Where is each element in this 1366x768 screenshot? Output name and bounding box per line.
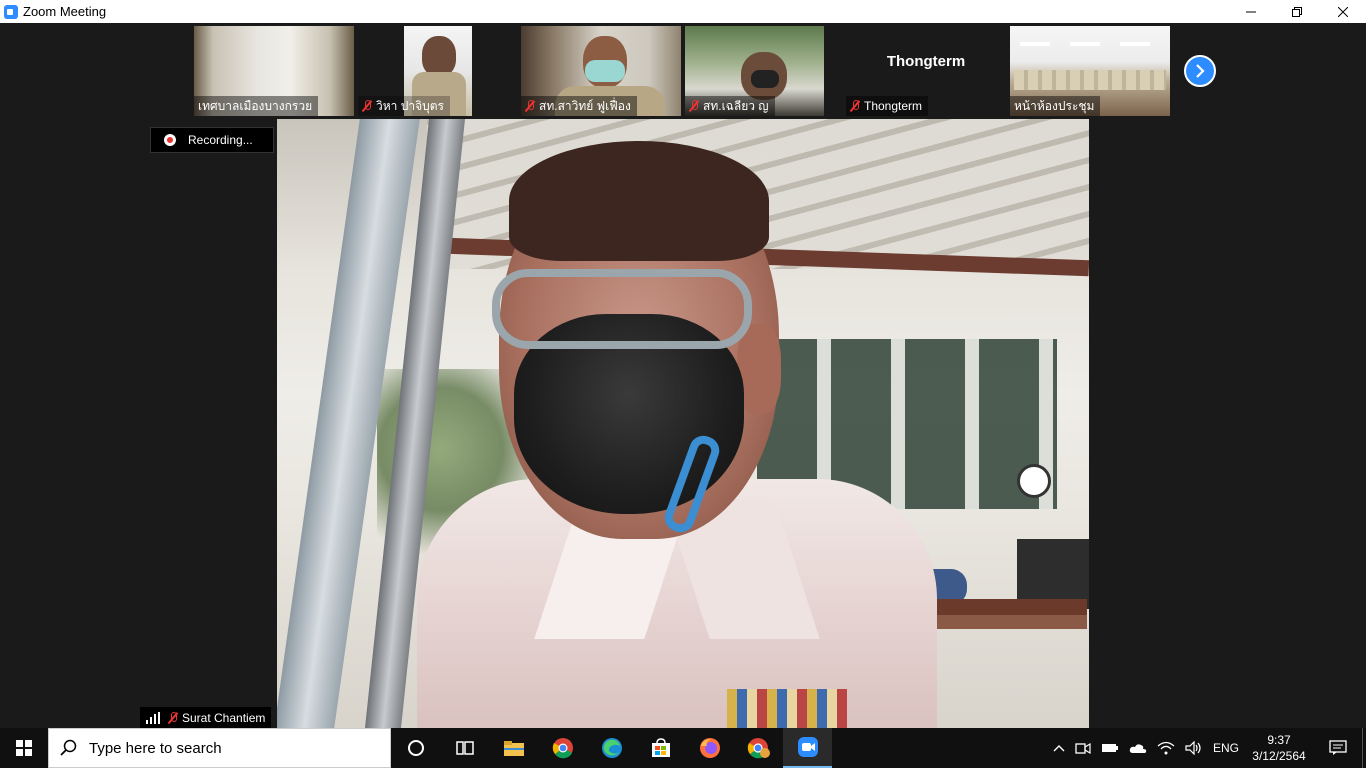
cortana-button[interactable] xyxy=(391,728,440,768)
firefox-icon xyxy=(699,738,720,758)
muted-mic-icon xyxy=(850,100,860,112)
active-speaker-video[interactable] xyxy=(277,119,1089,728)
next-page-button[interactable] xyxy=(1184,55,1216,87)
battery-icon xyxy=(1101,744,1118,752)
participant-name-label: สท.สาวิทย์ ฟูเฟื่อง xyxy=(521,96,637,116)
taskbar-clock[interactable]: 9:37 3/12/2564 xyxy=(1244,728,1314,768)
participant-name-label: เทศบาลเมืองบางกรวย xyxy=(194,96,319,116)
recording-label: Recording... xyxy=(188,133,253,147)
notification-icon xyxy=(1329,740,1347,755)
muted-mic-icon xyxy=(525,100,535,112)
file-explorer-button[interactable] xyxy=(489,728,538,768)
active-speaker-name: Surat Chantiem xyxy=(140,707,272,728)
search-icon xyxy=(49,728,89,768)
speaker-icon xyxy=(1185,741,1201,755)
chrome-icon xyxy=(552,738,573,759)
wifi-icon xyxy=(1157,741,1175,755)
edge-button[interactable] xyxy=(587,728,636,768)
muted-mic-icon xyxy=(168,711,178,724)
chrome-profile-icon xyxy=(747,738,770,759)
participant-thumbnail[interactable]: Thongterm Thongterm xyxy=(846,26,1006,116)
store-icon xyxy=(651,738,670,757)
participant-thumbnail[interactable]: สท.เฉลียว ญ xyxy=(685,26,824,116)
chrome-profile-button[interactable] xyxy=(734,728,783,768)
signal-strength-icon xyxy=(146,711,162,724)
participant-thumbnail[interactable]: สท.สาวิทย์ ฟูเฟื่อง xyxy=(521,26,681,116)
show-desktop-button[interactable] xyxy=(1362,728,1366,768)
close-icon xyxy=(1338,6,1348,17)
chrome-button[interactable] xyxy=(538,728,587,768)
action-center-button[interactable] xyxy=(1314,728,1362,768)
title-bar: Zoom Meeting xyxy=(0,0,1366,23)
zoom-icon xyxy=(797,737,818,757)
file-explorer-icon xyxy=(503,741,524,756)
restore-button[interactable] xyxy=(1274,0,1320,23)
muted-mic-icon xyxy=(689,100,699,112)
task-view-button[interactable] xyxy=(440,728,489,768)
participant-name-label: หน้าห้องประชุม xyxy=(1010,96,1101,116)
zoom-taskbar-button[interactable] xyxy=(783,728,832,768)
restore-icon xyxy=(1292,6,1302,17)
record-icon xyxy=(164,134,176,146)
show-hidden-icons-button[interactable] xyxy=(1048,728,1070,768)
start-button[interactable] xyxy=(0,728,48,768)
muted-mic-icon xyxy=(362,100,372,112)
input-language-button[interactable]: ENG xyxy=(1208,728,1244,768)
participant-thumbnail[interactable]: หน้าห้องประชุม xyxy=(1010,26,1170,116)
taskbar-search[interactable]: Type here to search xyxy=(48,728,391,768)
minimize-button[interactable] xyxy=(1228,0,1274,23)
cloud-icon xyxy=(1129,744,1147,753)
participant-name-holder: วิหา ปาจิบุตร xyxy=(358,26,478,116)
battery-button[interactable] xyxy=(1096,728,1124,768)
edge-icon xyxy=(601,738,622,758)
cortana-icon xyxy=(407,740,424,756)
windows-logo-icon xyxy=(16,740,32,756)
window-title: Zoom Meeting xyxy=(23,4,107,19)
minimize-icon xyxy=(1246,11,1256,12)
chevron-right-icon xyxy=(1196,64,1205,78)
recording-indicator[interactable]: Recording... xyxy=(150,127,274,153)
zoom-app-icon xyxy=(4,4,18,19)
meet-now-icon xyxy=(1075,742,1091,755)
close-button[interactable] xyxy=(1320,0,1366,23)
video-off-name: Thongterm xyxy=(886,52,966,70)
meeting-area: เทศบาลเมืองบางกรวย วิหา ปาจิบุตร สท.สาวิ… xyxy=(0,23,1366,728)
store-button[interactable] xyxy=(636,728,685,768)
participant-name-label: สท.เฉลียว ญ xyxy=(685,96,775,116)
windows-taskbar: Type here to search ENG 9:37 3/12/2564 xyxy=(0,728,1366,768)
participant-thumbnail[interactable]: เทศบาลเมืองบางกรวย xyxy=(194,26,354,116)
onedrive-button[interactable] xyxy=(1124,728,1152,768)
wifi-button[interactable] xyxy=(1152,728,1180,768)
clock-time: 9:37 xyxy=(1267,733,1291,747)
chevron-up-icon xyxy=(1053,745,1065,752)
clock-date: 3/12/2564 xyxy=(1252,749,1306,763)
task-view-icon xyxy=(455,741,474,755)
participant-name-label: Thongterm xyxy=(846,96,929,116)
volume-button[interactable] xyxy=(1180,728,1208,768)
search-placeholder: Type here to search xyxy=(89,739,222,757)
firefox-button[interactable] xyxy=(685,728,734,768)
participant-name-label: วิหา ปาจิบุตร xyxy=(358,96,450,116)
window-controls xyxy=(1228,0,1366,23)
meet-now-button[interactable] xyxy=(1070,728,1096,768)
system-tray: ENG 9:37 3/12/2564 xyxy=(1048,728,1366,768)
